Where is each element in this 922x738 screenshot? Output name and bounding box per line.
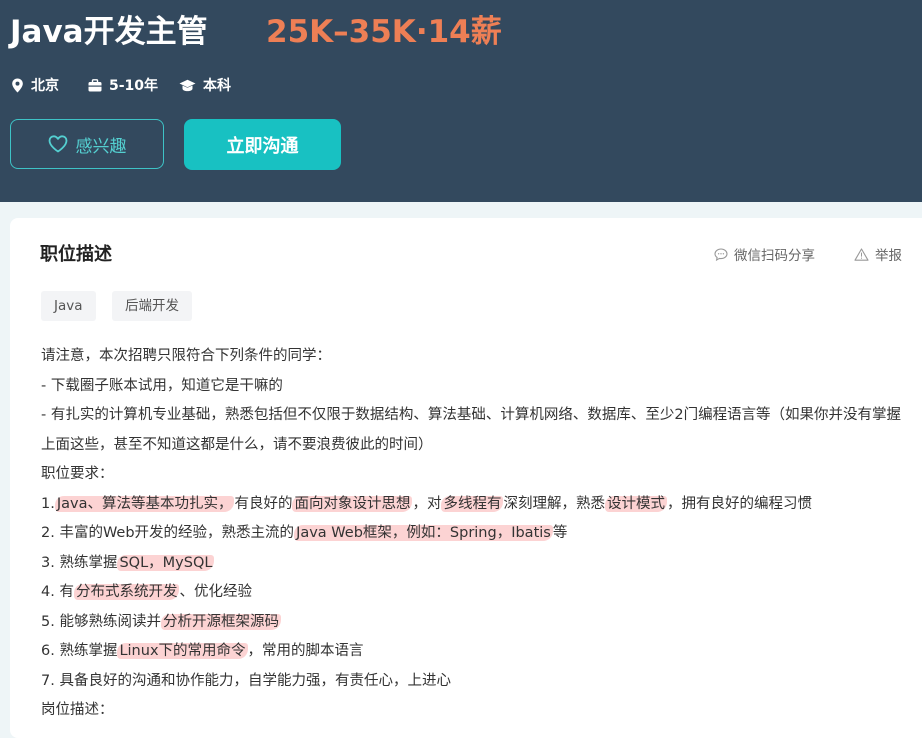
notice-item: - 下载圈子账本试用，知道它是干嘛的: [41, 377, 283, 394]
description-body: 请注意，本次招聘只限符合下列条件的同学： - 下载圈子账本试用，知道它是干嘛的 …: [41, 342, 921, 726]
requirement-text: ，拥有良好的编程习惯: [666, 495, 812, 512]
requirement-item: 3. 熟练掌握 SQL，MySQL: [41, 549, 921, 579]
chat-now-button[interactable]: 立即沟通: [184, 119, 341, 170]
requirement-text: 等: [552, 525, 568, 541]
skill-tag: 后端开发: [112, 291, 192, 321]
notice-intro: 请注意，本次招聘只限符合下列条件的同学：: [41, 348, 331, 364]
report-label: 举报: [875, 248, 902, 264]
job-experience: 5-10年: [88, 74, 158, 96]
duties-title: 岗位描述：: [41, 702, 114, 718]
requirement-item: 6. 熟练掌握 Linux下的常用命令 ，常用的脚本语言: [41, 637, 921, 667]
salary-range: 25K–35K·14薪: [266, 14, 502, 50]
requirement-item: 1. Java、算法等基本功扎实， 有良好的 面向对象设计思想 ，对 多线程有 深刻理解，熟…: [41, 490, 921, 520]
requirement-text: ，常用的脚本语言: [247, 643, 364, 659]
wechat-share-label: 微信扫码分享: [734, 248, 815, 264]
skill-tag: Java: [41, 291, 96, 321]
requirement-text: 有良好的: [234, 495, 293, 512]
highlighted-keyword: 分布式系统开发: [73, 584, 180, 600]
job-description-card: 职位描述 微信扫码分享 举报 Java 后端开发 请注意，本次招聘只限符合下列条…: [10, 218, 922, 738]
requirement-text: 2. 丰富的Web开发的经验，熟悉主流的: [41, 525, 295, 541]
wechat-share-link[interactable]: 微信扫码分享: [714, 244, 815, 264]
section-title: 职位描述: [40, 244, 112, 265]
highlighted-keyword: Java Web框架，例如：Spring，Ibatis: [294, 525, 553, 541]
job-city-label: 北京: [31, 78, 59, 94]
requirement-text: 深刻理解，熟悉: [503, 495, 605, 512]
job-title: Java开发主管: [10, 14, 208, 50]
requirement-text: 4. 有: [41, 584, 74, 600]
requirement-item: 7. 具备良好的沟通和协作能力，自学能力强，有责任心，上进心: [41, 672, 451, 689]
requirement-text: 5. 能够熟练阅读并: [41, 613, 161, 630]
requirement-text: 、优化经验: [179, 584, 252, 600]
highlighted-keyword: 面向对象设计思想: [292, 495, 413, 512]
job-header: Java开发主管 25K–35K·14薪 北京 5-10年 本科 感兴趣 立即沟…: [0, 0, 922, 202]
highlighted-keyword: 分析开源框架源码: [160, 613, 281, 630]
highlighted-keyword: SQL，MySQL: [117, 554, 215, 571]
graduation-cap-icon: [179, 79, 196, 91]
highlighted-keyword: Java、算法等基本功扎实，: [54, 495, 235, 512]
highlighted-keyword: 设计模式: [604, 495, 667, 512]
chat-bubble-icon: [714, 247, 728, 261]
interest-button-label: 感兴趣: [75, 136, 127, 157]
briefcase-icon: [88, 78, 102, 91]
heart-icon: [48, 135, 67, 153]
requirement-text: ，对: [412, 495, 442, 512]
requirement-text: 3. 熟练掌握: [41, 554, 118, 571]
requirement-text: 1.: [41, 495, 55, 512]
job-city: 北京: [11, 74, 59, 96]
job-education: 本科: [179, 74, 231, 96]
requirement-item: 2. 丰富的Web开发的经验，熟悉主流的 Java Web框架，例如：Spring…: [41, 519, 921, 549]
location-pin-icon: [12, 78, 23, 92]
job-experience-label: 5-10年: [109, 78, 159, 94]
highlighted-keyword: Linux下的常用命令: [117, 643, 248, 659]
job-education-label: 本科: [203, 78, 231, 94]
requirement-item: 5. 能够熟练阅读并 分析开源框架源码: [41, 608, 921, 638]
report-link[interactable]: 举报: [854, 244, 902, 264]
notice-item: - 有扎实的计算机专业基础，熟悉包括但不仅限于数据结构、算法基础、计算机网络、数…: [41, 407, 902, 453]
requirement-item: 4. 有分布式系统开发 、优化经验: [41, 578, 921, 608]
requirements-title: 职位要求：: [41, 466, 114, 482]
requirement-text: 6. 熟练掌握: [41, 643, 118, 659]
warning-triangle-icon: [854, 247, 869, 261]
interest-button[interactable]: 感兴趣: [10, 119, 164, 169]
highlighted-keyword: 多线程有: [441, 495, 504, 512]
